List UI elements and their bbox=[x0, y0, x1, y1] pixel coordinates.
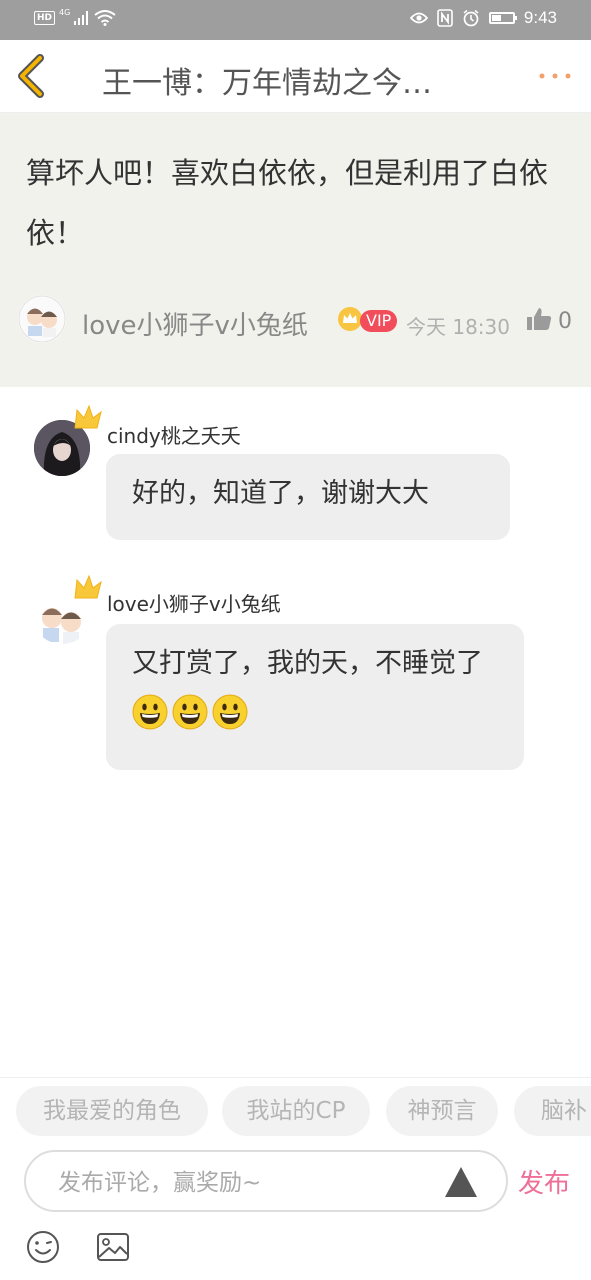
hd-indicator: HD bbox=[34, 11, 56, 25]
thumbs-up-icon[interactable] bbox=[526, 306, 552, 332]
emoji-row bbox=[132, 694, 252, 731]
tag-chip[interactable]: 神预言 bbox=[386, 1086, 498, 1136]
chevron-left-icon[interactable] bbox=[10, 52, 54, 100]
publish-button[interactable]: 发布 bbox=[518, 1163, 570, 1200]
alarm-icon bbox=[463, 9, 479, 27]
tag-chip[interactable]: 脑补 bbox=[514, 1086, 591, 1136]
smiley-icon[interactable] bbox=[26, 1230, 60, 1264]
reply-item: cindy桃之夭夭 好的，知道了，谢谢大大 bbox=[0, 392, 591, 542]
comment-box bbox=[24, 1150, 508, 1212]
reply-bubble: 又打赏了，我的天，不睡觉了 bbox=[106, 624, 524, 770]
tag-chip[interactable]: 我站的CP bbox=[222, 1086, 370, 1136]
send-triangle-icon[interactable] bbox=[444, 1166, 478, 1198]
status-bar: HD 4G 9:43 bbox=[0, 0, 591, 40]
reply-author[interactable]: cindy桃之夭夭 bbox=[107, 420, 241, 449]
comment-input[interactable] bbox=[56, 1162, 440, 1204]
nav-header: 王一博：万年情劫之今… bbox=[0, 40, 591, 113]
topic-tags: 我最爱的角色 我站的CP 神预言 脑补 bbox=[0, 1077, 591, 1144]
reply-author[interactable]: love小狮子v小兔纸 bbox=[107, 588, 281, 617]
comment-author[interactable]: love小狮子v小兔纸 bbox=[82, 305, 308, 342]
like-count: 0 bbox=[558, 309, 572, 334]
more-dots-icon[interactable] bbox=[537, 70, 573, 82]
reply-bubble: 好的，知道了，谢谢大大 bbox=[106, 454, 510, 540]
comment-time: 今天 18:30 bbox=[406, 315, 510, 339]
tag-chip[interactable]: 我最爱的角色 bbox=[16, 1086, 208, 1136]
clock: 9:43 bbox=[523, 8, 557, 27]
reply-text: 好的，知道了，谢谢大大 bbox=[132, 478, 429, 509]
status-right: 9:43 bbox=[409, 8, 557, 28]
grinning-face-icon bbox=[172, 694, 208, 730]
page-title: 王一博：万年情劫之今… bbox=[102, 66, 432, 101]
original-comment: 算坏人吧！喜欢白依依，但是利用了白依依！ love小狮子v小兔纸 VIP 今天 … bbox=[0, 113, 591, 387]
nfc-icon bbox=[437, 9, 453, 27]
couple-avatar-icon bbox=[18, 295, 66, 343]
grinning-face-icon bbox=[132, 694, 168, 730]
grinning-face-icon bbox=[212, 694, 248, 730]
crown-icon bbox=[74, 404, 102, 429]
reply-text: 又打赏了，我的天，不睡觉了 bbox=[132, 648, 483, 679]
reply-item: love小狮子v小兔纸 又打赏了，我的天，不睡觉了 bbox=[0, 570, 591, 780]
network-type: 4G bbox=[59, 7, 71, 17]
original-comment-text: 算坏人吧！喜欢白依依，但是利用了白依依！ bbox=[26, 156, 549, 250]
battery-icon bbox=[488, 12, 517, 24]
avatar[interactable] bbox=[18, 295, 66, 343]
eye-icon bbox=[409, 12, 428, 24]
vip-badge: VIP bbox=[360, 310, 398, 332]
wifi-icon bbox=[94, 10, 116, 26]
status-left: HD 4G bbox=[34, 7, 116, 26]
crown-icon bbox=[74, 574, 102, 599]
signal-icon bbox=[74, 11, 89, 25]
image-icon[interactable] bbox=[96, 1231, 130, 1263]
